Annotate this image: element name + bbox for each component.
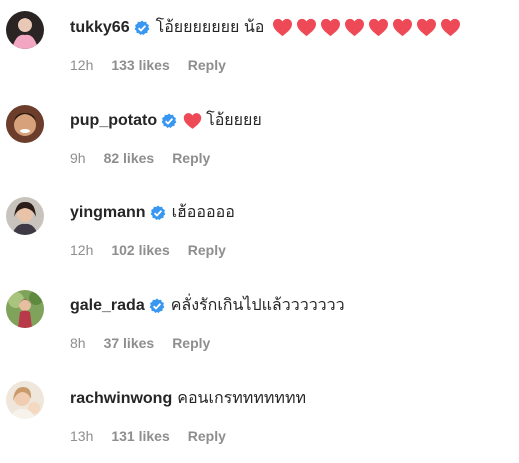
comment-time: 12h [70, 57, 94, 73]
heart-icon [440, 18, 461, 37]
reply-button[interactable]: Reply [172, 150, 210, 166]
likes-count[interactable]: 133 likes [111, 57, 169, 73]
heart-icon [344, 18, 365, 37]
comment-item: tukky66 โอ้ยยยยยยย น้อ 12h 133 likes Rep… [0, 0, 519, 92]
comment-time: 8h [70, 335, 86, 351]
comment-time: 12h [70, 242, 94, 258]
username[interactable]: pup_potato [70, 112, 157, 130]
comment-line: gale_rada คลั่งรักเกินไปแล้ววววววว [70, 293, 519, 318]
comment-line: rachwinwong คอนเกรททททททท [70, 386, 519, 411]
likes-count[interactable]: 82 likes [104, 150, 155, 166]
comment-meta: 12h 133 likes Reply [70, 57, 244, 73]
heart-icon [392, 18, 413, 37]
comment-meta: 9h 82 likes Reply [70, 150, 228, 166]
comment-text: เฮ้อออออ [171, 204, 235, 221]
comment-item: gale_rada คลั่งรักเกินไปแล้ววววววว 8h 37… [0, 278, 519, 370]
reply-button[interactable]: Reply [188, 242, 226, 258]
heart-icon [368, 18, 389, 37]
username[interactable]: rachwinwong [70, 390, 172, 408]
comment-meta: 12h 102 likes Reply [70, 242, 244, 258]
likes-count[interactable]: 131 likes [111, 428, 169, 444]
avatar[interactable] [6, 11, 44, 49]
comment-text: คลั่งรักเกินไปแล้ววววววว [170, 297, 345, 314]
comment-text: คอนเกรททททททท [177, 390, 307, 407]
comment-text: โอ้ยยยยยยย น้อ [155, 19, 265, 36]
heart-icon [183, 112, 202, 130]
likes-count[interactable]: 102 likes [111, 242, 169, 258]
avatar[interactable] [6, 290, 44, 328]
heart-emoji-group [272, 18, 461, 37]
comment-item: rachwinwong คอนเกรททททททท 13h 131 likes … [0, 371, 519, 463]
comment-meta: 8h 37 likes Reply [70, 335, 228, 351]
username[interactable]: yingmann [70, 204, 146, 222]
heart-icon [272, 18, 293, 37]
verified-badge-icon [150, 205, 166, 221]
username[interactable]: gale_rada [70, 297, 145, 315]
comment-time: 9h [70, 150, 86, 166]
avatar[interactable] [6, 381, 44, 419]
heart-icon [416, 18, 437, 37]
reply-button[interactable]: Reply [172, 335, 210, 351]
comment-line: pup_potato โอ้ยยยย [70, 108, 519, 133]
reply-button[interactable]: Reply [188, 428, 226, 444]
avatar[interactable] [6, 105, 44, 143]
comment-meta: 13h 131 likes Reply [70, 428, 244, 444]
comment-line: tukky66 โอ้ยยยยยยย น้อ [70, 15, 519, 40]
heart-icon [296, 18, 317, 37]
verified-badge-icon [134, 20, 150, 36]
comment-text: โอ้ยยยย [206, 112, 262, 129]
likes-count[interactable]: 37 likes [104, 335, 155, 351]
heart-icon [320, 18, 341, 37]
comment-item: pup_potato โอ้ยยยย 9h 82 likes Reply [0, 93, 519, 185]
comment-line: yingmann เฮ้อออออ [70, 200, 519, 225]
comment-item: yingmann เฮ้อออออ 12h 102 likes Reply [0, 185, 519, 277]
verified-badge-icon [161, 113, 177, 129]
verified-badge-icon [149, 298, 165, 314]
avatar[interactable] [6, 197, 44, 235]
comment-time: 13h [70, 428, 94, 444]
username[interactable]: tukky66 [70, 19, 130, 37]
reply-button[interactable]: Reply [188, 57, 226, 73]
